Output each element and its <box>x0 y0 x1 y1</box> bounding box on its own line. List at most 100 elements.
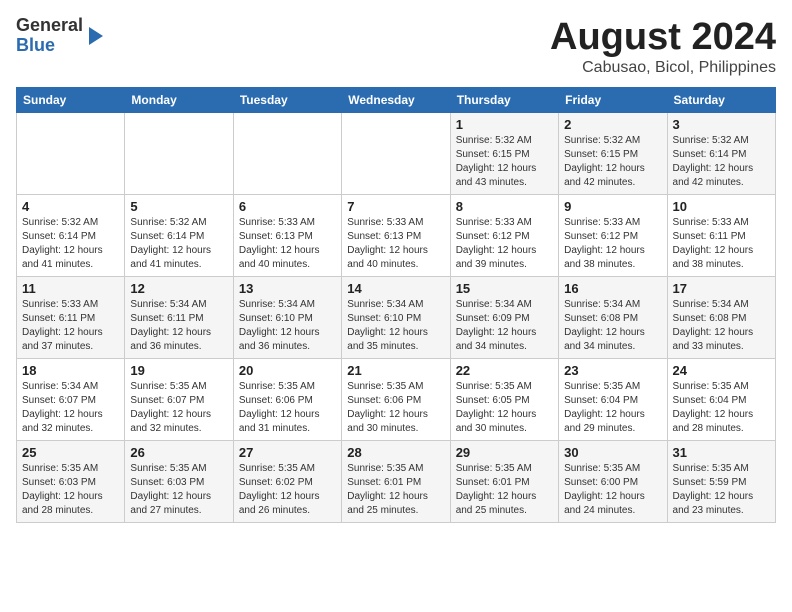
cell-day-number: 1 <box>456 117 553 132</box>
cell-day-number: 30 <box>564 445 661 460</box>
cell-day-number: 23 <box>564 363 661 378</box>
column-header-saturday: Saturday <box>667 88 775 113</box>
calendar-cell: 21Sunrise: 5:35 AMSunset: 6:06 PMDayligh… <box>342 359 450 441</box>
cell-info: Sunrise: 5:35 AMSunset: 6:05 PMDaylight:… <box>456 380 553 436</box>
cell-day-number: 22 <box>456 363 553 378</box>
calendar-cell: 13 Sunrise: 5:34 AMSunset: 6:10 PMDayligh… <box>233 277 341 359</box>
calendar-cell: 7Sunrise: 5:33 AMSunset: 6:13 PMDaylight… <box>342 195 450 277</box>
cell-day-number: 25 <box>22 445 119 460</box>
cell-info: Sunrise: 5:34 AMSunset: 6:10 PMDaylight:… <box>347 298 444 354</box>
calendar-cell: 19 Sunrise: 5:35 AMSunset: 6:07 PMDayligh… <box>125 359 233 441</box>
calendar-cell: 8 Sunrise: 5:33 AMSunset: 6:12 PMDaylight… <box>450 195 558 277</box>
calendar-cell: 18Sunrise: 5:34 AMSunset: 6:07 PMDayligh… <box>17 359 125 441</box>
cell-info: Sunrise: 5:35 AMSunset: 6:06 PMDaylight:… <box>347 380 444 436</box>
calendar-cell: 12 Sunrise: 5:34 AMSunset: 6:11 PMDayligh… <box>125 277 233 359</box>
calendar-cell: 1 Sunrise: 5:32 AMSunset: 6:15 PMDaylight… <box>450 113 558 195</box>
cell-info: Sunrise: 5:32 AMSunset: 6:15 PMDaylight:… <box>456 134 553 190</box>
cell-info: Sunrise: 5:35 AMSunset: 6:04 PMDaylight:… <box>564 380 661 436</box>
cell-day-number: 13 <box>239 281 336 296</box>
cell-info: Sunrise: 5:35 AMSunset: 6:03 PMDaylight:… <box>130 462 227 518</box>
calendar-cell: 2 Sunrise: 5:32 AMSunset: 6:15 PMDaylight… <box>559 113 667 195</box>
calendar-cell <box>17 113 125 195</box>
page-header: General Blue August 2024 Cabusao, Bicol,… <box>16 16 776 77</box>
cell-info: Sunrise: 5:33 AMSunset: 6:13 PMDaylight:… <box>239 216 336 272</box>
logo-arrow-icon <box>89 27 103 45</box>
calendar-cell: 10 Sunrise: 5:33 AMSunset: 6:11 PMDayligh… <box>667 195 775 277</box>
column-header-friday: Friday <box>559 88 667 113</box>
calendar-cell: 29Sunrise: 5:35 AMSunset: 6:01 PMDayligh… <box>450 441 558 523</box>
column-header-sunday: Sunday <box>17 88 125 113</box>
calendar-cell: 26Sunrise: 5:35 AMSunset: 6:03 PMDayligh… <box>125 441 233 523</box>
cell-day-number: 31 <box>673 445 770 460</box>
cell-day-number: 12 <box>130 281 227 296</box>
cell-info: Sunrise: 5:35 AMSunset: 5:59 PMDaylight:… <box>673 462 770 518</box>
column-header-monday: Monday <box>125 88 233 113</box>
cell-day-number: 20 <box>239 363 336 378</box>
cell-info: Sunrise: 5:35 AMSunset: 6:02 PMDaylight:… <box>239 462 336 518</box>
calendar-cell: 5Sunrise: 5:32 AMSunset: 6:14 PMDaylight… <box>125 195 233 277</box>
cell-day-number: 8 <box>456 199 553 214</box>
cell-day-number: 16 <box>564 281 661 296</box>
cell-day-number: 28 <box>347 445 444 460</box>
page-subtitle: Cabusao, Bicol, Philippines <box>550 59 776 77</box>
cell-day-number: 24 <box>673 363 770 378</box>
calendar-week-3: 11 Sunrise: 5:33 AMSunset: 6:11 PMDayligh… <box>17 277 776 359</box>
cell-info: Sunrise: 5:33 AMSunset: 6:11 PMDaylight:… <box>673 216 770 272</box>
logo-blue: Blue <box>16 35 55 55</box>
cell-day-number: 14 <box>347 281 444 296</box>
calendar-cell <box>342 113 450 195</box>
calendar-cell: 4Sunrise: 5:32 AMSunset: 6:14 PMDaylight… <box>17 195 125 277</box>
cell-info: Sunrise: 5:35 AMSunset: 6:00 PMDaylight:… <box>564 462 661 518</box>
column-header-tuesday: Tuesday <box>233 88 341 113</box>
cell-day-number: 19 <box>130 363 227 378</box>
calendar-week-1: 1 Sunrise: 5:32 AMSunset: 6:15 PMDaylight… <box>17 113 776 195</box>
cell-info: Sunrise: 5:35 AMSunset: 6:07 PMDaylight:… <box>130 380 227 436</box>
cell-info: Sunrise: 5:32 AMSunset: 6:15 PMDaylight:… <box>564 134 661 190</box>
logo-general: General <box>16 15 83 35</box>
column-header-thursday: Thursday <box>450 88 558 113</box>
cell-info: Sunrise: 5:35 AMSunset: 6:01 PMDaylight:… <box>347 462 444 518</box>
cell-info: Sunrise: 5:33 AMSunset: 6:12 PMDaylight:… <box>456 216 553 272</box>
calendar-cell: 30 Sunrise: 5:35 AMSunset: 6:00 PMDayligh… <box>559 441 667 523</box>
cell-info: Sunrise: 5:33 AMSunset: 6:13 PMDaylight:… <box>347 216 444 272</box>
calendar-cell: 15 Sunrise: 5:34 AMSunset: 6:09 PMDayligh… <box>450 277 558 359</box>
cell-day-number: 5 <box>130 199 227 214</box>
cell-info: Sunrise: 5:35 AMSunset: 6:01 PMDaylight:… <box>456 462 553 518</box>
calendar-cell: 9 Sunrise: 5:33 AMSunset: 6:12 PMDaylight… <box>559 195 667 277</box>
cell-day-number: 6 <box>239 199 336 214</box>
cell-info: Sunrise: 5:34 AMSunset: 6:11 PMDaylight:… <box>130 298 227 354</box>
cell-day-number: 17 <box>673 281 770 296</box>
calendar-week-4: 18Sunrise: 5:34 AMSunset: 6:07 PMDayligh… <box>17 359 776 441</box>
header-row: SundayMondayTuesdayWednesdayThursdayFrid… <box>17 88 776 113</box>
cell-day-number: 2 <box>564 117 661 132</box>
cell-info: Sunrise: 5:35 AMSunset: 6:04 PMDaylight:… <box>673 380 770 436</box>
calendar-cell: 11 Sunrise: 5:33 AMSunset: 6:11 PMDayligh… <box>17 277 125 359</box>
calendar-cell: 6 Sunrise: 5:33 AMSunset: 6:13 PMDaylight… <box>233 195 341 277</box>
calendar-cell: 14 Sunrise: 5:34 AMSunset: 6:10 PMDayligh… <box>342 277 450 359</box>
logo: General Blue <box>16 16 103 56</box>
calendar-cell: 20 Sunrise: 5:35 AMSunset: 6:06 PMDayligh… <box>233 359 341 441</box>
cell-info: Sunrise: 5:33 AMSunset: 6:11 PMDaylight:… <box>22 298 119 354</box>
cell-info: Sunrise: 5:34 AMSunset: 6:10 PMDaylight:… <box>239 298 336 354</box>
cell-info: Sunrise: 5:32 AMSunset: 6:14 PMDaylight:… <box>673 134 770 190</box>
cell-day-number: 11 <box>22 281 119 296</box>
cell-day-number: 9 <box>564 199 661 214</box>
cell-info: Sunrise: 5:34 AMSunset: 6:09 PMDaylight:… <box>456 298 553 354</box>
cell-day-number: 27 <box>239 445 336 460</box>
calendar-cell: 25 Sunrise: 5:35 AMSunset: 6:03 PMDayligh… <box>17 441 125 523</box>
calendar-cell: 22 Sunrise: 5:35 AMSunset: 6:05 PMDayligh… <box>450 359 558 441</box>
calendar-cell: 28 Sunrise: 5:35 AMSunset: 6:01 PMDayligh… <box>342 441 450 523</box>
cell-day-number: 15 <box>456 281 553 296</box>
cell-info: Sunrise: 5:35 AMSunset: 6:06 PMDaylight:… <box>239 380 336 436</box>
calendar-cell: 17 Sunrise: 5:34 AMSunset: 6:08 PMDayligh… <box>667 277 775 359</box>
cell-day-number: 10 <box>673 199 770 214</box>
cell-info: Sunrise: 5:33 AMSunset: 6:12 PMDaylight:… <box>564 216 661 272</box>
calendar-week-2: 4Sunrise: 5:32 AMSunset: 6:14 PMDaylight… <box>17 195 776 277</box>
calendar-cell: 27 Sunrise: 5:35 AMSunset: 6:02 PMDayligh… <box>233 441 341 523</box>
column-header-wednesday: Wednesday <box>342 88 450 113</box>
calendar-header: SundayMondayTuesdayWednesdayThursdayFrid… <box>17 88 776 113</box>
calendar-cell <box>233 113 341 195</box>
cell-info: Sunrise: 5:34 AMSunset: 6:08 PMDaylight:… <box>673 298 770 354</box>
cell-info: Sunrise: 5:35 AMSunset: 6:03 PMDaylight:… <box>22 462 119 518</box>
calendar-table: SundayMondayTuesdayWednesdayThursdayFrid… <box>16 87 776 523</box>
